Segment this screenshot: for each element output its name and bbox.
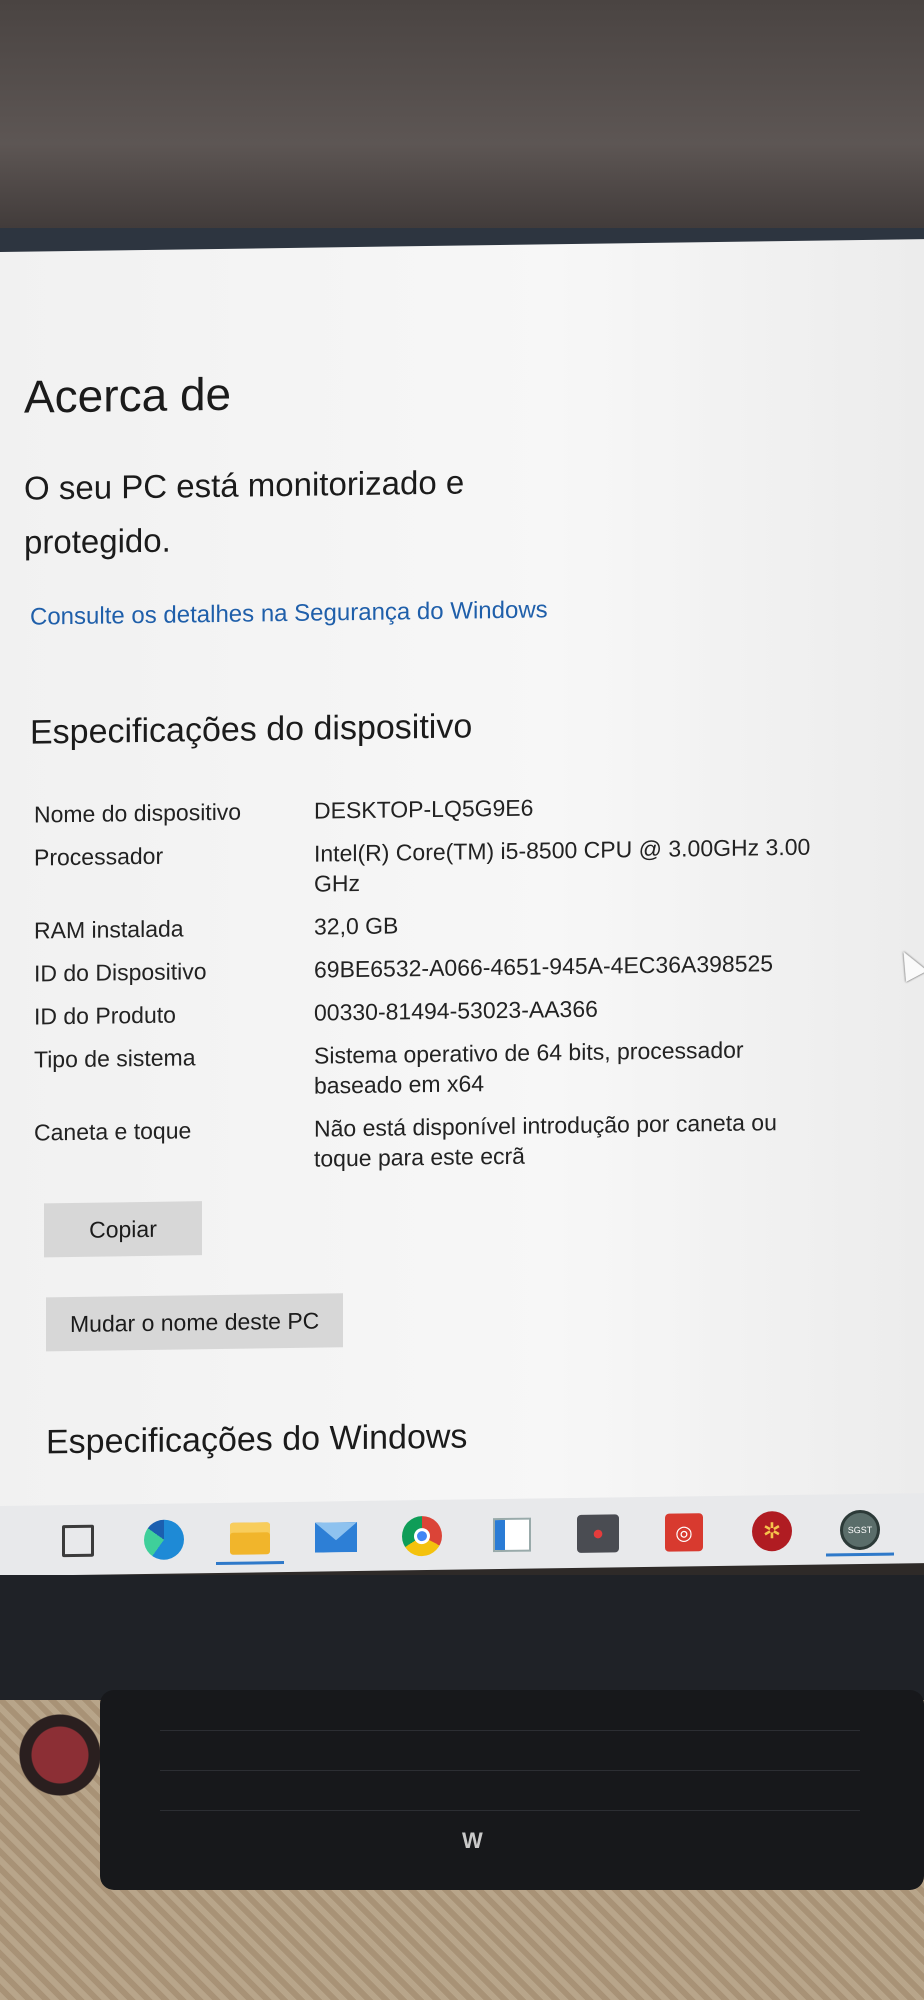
spec-value: 00330-81494-53023-AA366 — [314, 995, 598, 1026]
spec-row-product-id: ID do Produto 00330-81494-53023-AA366 — [34, 990, 894, 1032]
spec-label: RAM instalada — [34, 915, 184, 944]
gear-app-icon[interactable]: ✲ — [750, 1509, 794, 1554]
windows-specs-heading: Especificações do Windows — [46, 1417, 468, 1462]
file-explorer-icon[interactable] — [216, 1516, 284, 1565]
key-row — [160, 1810, 860, 1825]
spec-value: Intel(R) Core(TM) i5-8500 CPU @ 3.00GHz … — [314, 833, 811, 897]
document-app-icon[interactable] — [490, 1513, 534, 1558]
taskbar: ● ◎ ✲ SGST — [0, 1493, 924, 1576]
spec-value: 69BE6532-A066-4651-945A-4EC36A398525 — [314, 950, 774, 983]
chrome-icon[interactable] — [400, 1514, 444, 1559]
keyboard — [100, 1690, 924, 1890]
command-app-icon[interactable]: ◎ — [662, 1510, 706, 1555]
spec-row-system-type: Tipo de sistema Sistema operativo de 64 … — [34, 1033, 894, 1105]
spec-value: 32,0 GB — [314, 912, 399, 940]
spec-row-device-name: Nome do dispositivo DESKTOP-LQ5G9E6 — [34, 788, 894, 830]
keyboard-brand-mark: W — [462, 1828, 483, 1853]
mouse-object — [0, 1700, 100, 1810]
settings-about-page: Acerca de O seu PC está monitorizado e p… — [0, 239, 924, 1513]
windows-security-link[interactable]: Consulte os detalhes na Segurança do Win… — [30, 596, 548, 631]
screen-recorder-icon[interactable]: ● — [576, 1511, 620, 1556]
background-wall — [0, 0, 924, 240]
spec-row-device-id: ID do Dispositivo 69BE6532-A066-4651-945… — [34, 947, 894, 989]
spec-value: Não está disponível introdução por canet… — [314, 1109, 777, 1172]
sgst-app-icon[interactable]: SGST — [826, 1508, 894, 1557]
mail-icon[interactable] — [314, 1515, 358, 1560]
edge-icon[interactable] — [142, 1517, 186, 1562]
copy-button[interactable]: Copiar — [44, 1201, 202, 1258]
spec-label: ID do Produto — [34, 1001, 176, 1030]
rename-pc-button[interactable]: Mudar o nome deste PC — [46, 1293, 344, 1352]
task-view-icon[interactable] — [56, 1519, 100, 1564]
page-title: Acerca de — [24, 367, 232, 423]
key-row — [160, 1770, 860, 1785]
spec-label: Caneta e toque — [34, 1117, 192, 1146]
spec-label: ID do Dispositivo — [34, 958, 207, 987]
key-row — [160, 1730, 860, 1745]
spec-row-ram: RAM instalada 32,0 GB — [34, 904, 894, 946]
spec-label: Tipo de sistema — [34, 1044, 196, 1073]
device-specs-table: Nome do dispositivo DESKTOP-LQ5G9E6 Proc… — [34, 788, 894, 1191]
spec-label: Nome do dispositivo — [34, 798, 242, 828]
spec-value: DESKTOP-LQ5G9E6 — [314, 794, 534, 824]
active-indicator — [826, 1552, 894, 1557]
device-specs-heading: Especificações do dispositivo — [30, 707, 473, 752]
protection-status-text: O seu PC está monitorizado e protegido. — [24, 463, 465, 561]
spec-row-pen-touch: Caneta e toque Não está disponível intro… — [34, 1106, 894, 1178]
spec-label: Processador — [34, 842, 164, 871]
spec-row-processor: Processador Intel(R) Core(TM) i5-8500 CP… — [34, 831, 894, 903]
spec-value: Sistema operativo de 64 bits, processado… — [314, 1036, 744, 1099]
active-indicator — [216, 1561, 284, 1565]
